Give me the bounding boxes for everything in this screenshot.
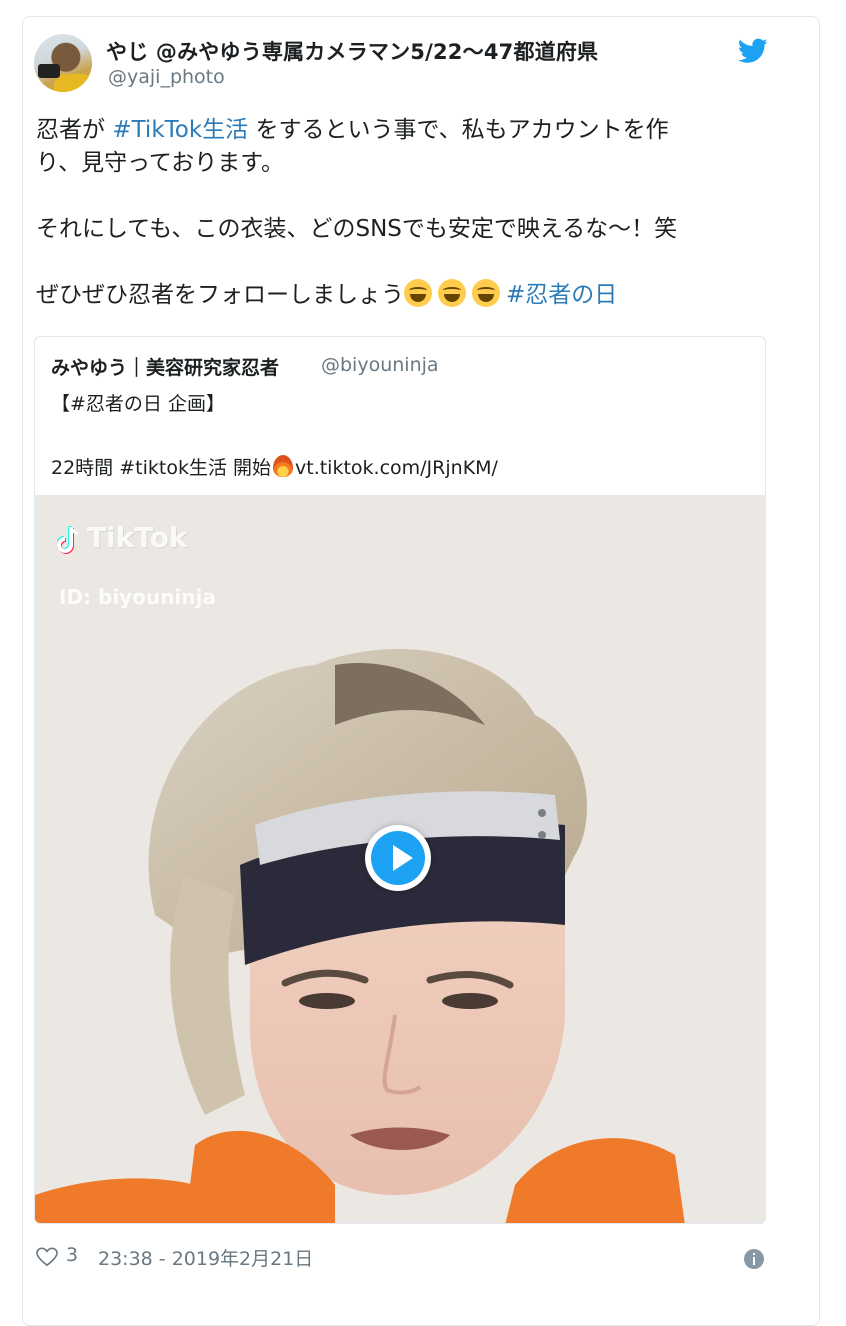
tweet-line-4: ぜひぜひ忍者をフォローしましょう #忍者の日 — [36, 279, 766, 312]
info-icon[interactable] — [744, 1249, 764, 1269]
hashtag-tiktok-link[interactable]: #TikTok生活 — [112, 117, 248, 143]
grinning-squinting-face-icon — [404, 279, 432, 307]
video-thumbnail[interactable]: TikTok ID: biyouninja — [35, 495, 765, 1223]
play-icon — [393, 845, 413, 871]
tweet-timestamp[interactable]: 23:38 - 2019年2月21日 — [98, 1244, 313, 1271]
tiktok-watermark-logo: TikTok — [87, 521, 188, 554]
grinning-squinting-face-icon — [438, 279, 466, 307]
quoted-text-line-1: 【#忍者の日 企画】 — [51, 393, 225, 415]
tweet-line-1: 忍者が #TikTok生活 をするという事で、私もアカウントを作 — [36, 114, 766, 147]
avatar-camera — [38, 64, 60, 78]
tweet-text-segment: 忍者が — [36, 117, 105, 143]
fire-icon — [273, 455, 293, 477]
quoted-text-line-2: 22時間 #tiktok生活 開始 vt.tiktok.com/JRjnKM/ — [51, 453, 498, 480]
tweet-text: 忍者が #TikTok生活 をするという事で、私もアカウントを作 り、見守ってお… — [36, 114, 766, 312]
tiktok-note-icon — [57, 526, 79, 554]
tweet-line-3: それにしても、この衣装、どのSNSでも安定で映えるな〜！笑 — [36, 216, 678, 242]
grinning-squinting-face-icon — [472, 279, 500, 307]
tweet-line-2: り、見守っております。 — [36, 150, 284, 176]
avatar-jacket — [54, 74, 92, 92]
hashtag-ninja-day-link[interactable]: #忍者の日 — [506, 282, 617, 308]
quoted-tweet[interactable]: みやゆう｜美容研究家忍者 @biyouninja 【#忍者の日 企画】 22時間… — [34, 336, 766, 1224]
author-display-name[interactable]: やじ @みやゆう専属カメラマン5/22〜47都道府県 — [106, 36, 598, 66]
author-avatar[interactable] — [34, 34, 92, 92]
like-count[interactable]: 3 — [66, 1244, 78, 1266]
quoted-text-segment: 22時間 #tiktok生活 開始 — [51, 457, 271, 479]
quoted-link[interactable]: vt.tiktok.com/JRjnKM/ — [295, 457, 498, 479]
tweet-text-segment: ぜひぜひ忍者をフォローしましょう — [36, 282, 404, 308]
quoted-author-name: みやゆう｜美容研究家忍者 — [51, 357, 280, 379]
quoted-author-handle: @biyouninja — [321, 354, 439, 376]
tweet-text-segment: をするという事で、私もアカウントを作 — [255, 117, 669, 143]
twitter-bird-icon[interactable] — [738, 38, 768, 64]
play-button[interactable] — [365, 825, 431, 891]
author-screen-name[interactable]: @yaji_photo — [108, 66, 225, 88]
tiktok-watermark-id: ID: biyouninja — [59, 585, 216, 609]
heart-icon[interactable] — [36, 1247, 58, 1267]
